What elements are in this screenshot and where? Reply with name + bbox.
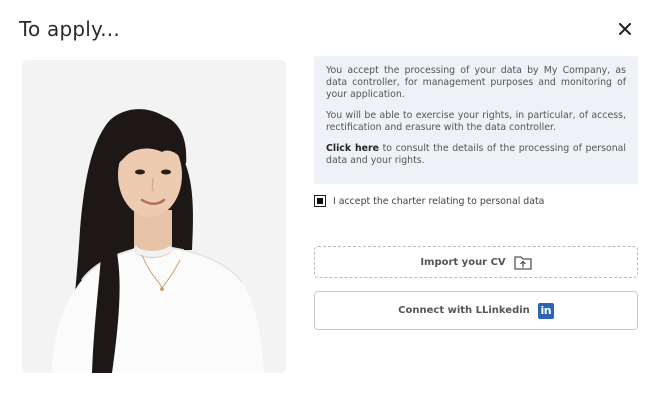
linkedin-icon: in bbox=[537, 302, 554, 319]
import-cv-label: Import your CV bbox=[420, 256, 506, 268]
close-button[interactable] bbox=[614, 18, 636, 40]
close-icon bbox=[619, 23, 631, 35]
privacy-paragraph-2: You will be able to exercise your rights… bbox=[326, 110, 626, 133]
apply-dialog: To apply... You accept the processing of… bbox=[0, 0, 653, 406]
check-mark-icon bbox=[317, 198, 323, 204]
consent-checkbox[interactable] bbox=[314, 195, 326, 207]
import-cv-button[interactable]: Import your CV bbox=[314, 246, 638, 278]
privacy-paragraph-3: Click here to consult the details of the… bbox=[326, 143, 626, 167]
connect-linkedin-label: Connect with LLinkedin bbox=[398, 305, 530, 316]
applicant-photo bbox=[22, 60, 286, 373]
consent-row: I accept the charter relating to persona… bbox=[314, 194, 544, 208]
woman-portrait-image bbox=[22, 60, 286, 373]
privacy-paragraph-1: You accept the processing of your data b… bbox=[326, 65, 626, 100]
connect-linkedin-button[interactable]: Connect with LLinkedin in bbox=[314, 291, 638, 330]
upload-file-icon bbox=[514, 256, 532, 270]
dialog-title: To apply... bbox=[19, 17, 120, 41]
privacy-notice: You accept the processing of your data b… bbox=[314, 56, 638, 184]
privacy-details-link[interactable]: Click here bbox=[326, 143, 379, 154]
consent-label: I accept the charter relating to persona… bbox=[333, 195, 545, 207]
